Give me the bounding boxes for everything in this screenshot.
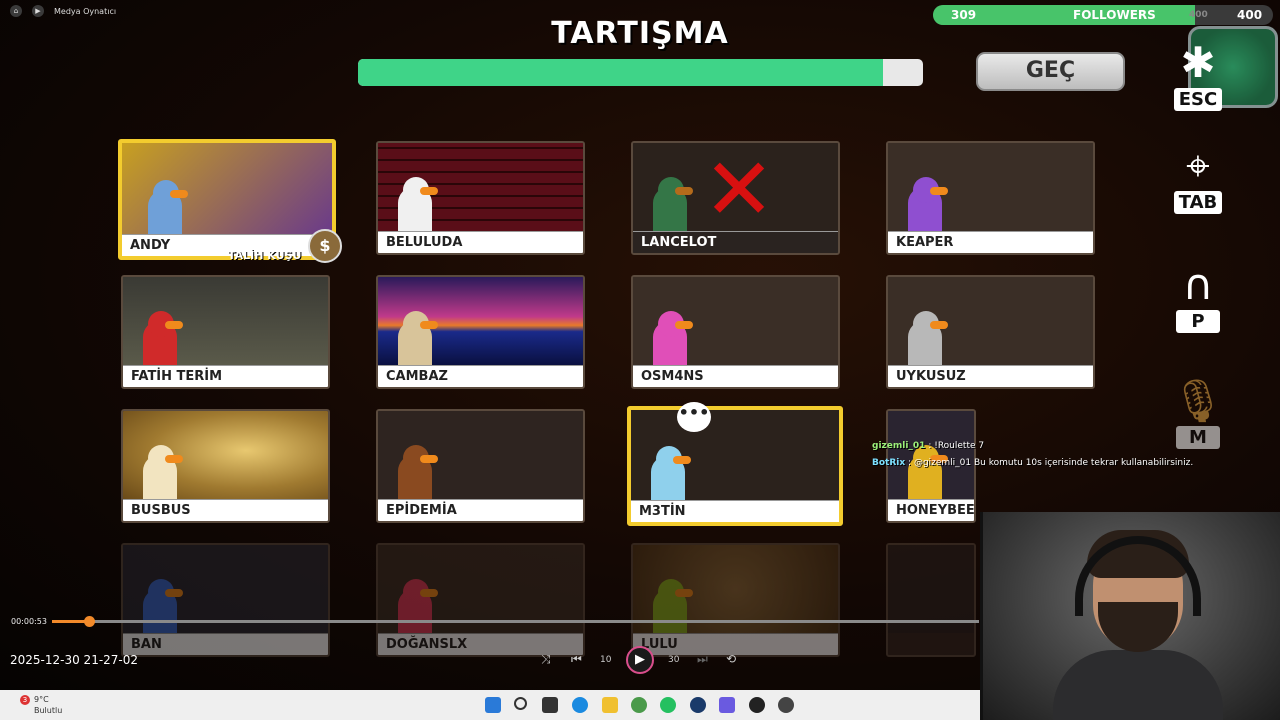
player-name: OSM4NS	[633, 365, 838, 387]
player-name: BELULUDA	[378, 231, 583, 253]
empty-card	[886, 543, 976, 657]
followers-label: FOLLOWERS	[1073, 8, 1156, 22]
media-player-icon[interactable]	[778, 697, 794, 713]
chrome-icon[interactable]	[631, 697, 647, 713]
money-bag-icon: $	[308, 229, 342, 263]
player-card[interactable]: CAMBAZ	[376, 275, 585, 389]
player-name: BUSBUS	[123, 499, 328, 521]
start-icon[interactable]	[485, 697, 501, 713]
followers-goal: 400	[1237, 8, 1263, 22]
headphones-icon: ∩	[1182, 260, 1214, 309]
shuffle-icon[interactable]: ⤨	[541, 652, 551, 667]
steam-icon[interactable]	[690, 697, 706, 713]
chat-text: !Roulette 7	[934, 441, 985, 451]
esc-key: ESC	[1173, 88, 1223, 111]
microphone-icon: 🎙	[1171, 376, 1225, 425]
player-name: LANCELOT	[633, 231, 838, 253]
player-card[interactable]: EPİDEMİA	[376, 409, 585, 523]
player-name: KEAPER	[888, 231, 1093, 253]
player-name: FATİH TERİM	[123, 365, 328, 387]
play-button[interactable]: ▶	[626, 646, 654, 674]
player-name: M3TİN	[631, 500, 839, 522]
player-card[interactable]: ✕ LANCELOT	[631, 141, 840, 255]
player-name: UYKUSUZ	[888, 365, 1093, 387]
file-explorer-icon[interactable]	[602, 697, 618, 713]
elapsed-time: 00:00:53	[11, 617, 47, 626]
player-card[interactable]: LULU	[631, 543, 840, 657]
chat-text: @gizemli_01 Bu komutu 10s içerisinde tek…	[913, 458, 1194, 468]
weather-condition: Bulutlu	[34, 706, 63, 715]
chat-user: BotRix	[872, 458, 906, 468]
skip-button[interactable]: GEÇ	[976, 52, 1125, 91]
recording-timestamp: 2025-12-30 21-27-02	[10, 653, 139, 667]
player-card[interactable]: DOĞANSLX	[376, 543, 585, 657]
search-icon[interactable]	[514, 697, 527, 710]
settings-control[interactable]: ✱ ESC	[1168, 40, 1228, 111]
followers-current: 309	[951, 8, 977, 22]
player-card[interactable]: OSM4NS	[631, 275, 840, 389]
weather-widget[interactable]: 3 9°C Bulutlu	[20, 694, 62, 716]
p-key: P	[1176, 310, 1220, 333]
speech-bubble-icon: •••	[677, 402, 711, 432]
player-card[interactable]: FATİH TERİM	[121, 275, 330, 389]
player-name: HONEYBEE	[888, 499, 974, 521]
timer-fill	[358, 59, 884, 86]
player-name: CAMBAZ	[378, 365, 583, 387]
weather-badge: 3	[20, 695, 30, 705]
skip-forward-button[interactable]: 30	[668, 655, 679, 665]
seek-bar[interactable]	[52, 616, 979, 627]
window-title: Medya Oynatıcı	[54, 6, 117, 16]
audio-control[interactable]: ∩ P	[1168, 262, 1228, 333]
settings-gear-icon: ✱	[1180, 38, 1216, 87]
windows-taskbar: 3 9°C Bulutlu	[0, 690, 980, 720]
player-name: EPİDEMİA	[378, 499, 583, 521]
previous-icon[interactable]: ⏮	[571, 652, 582, 667]
skip-back-button[interactable]: 10	[600, 655, 611, 665]
discord-icon[interactable]	[719, 697, 735, 713]
repeat-icon[interactable]: ⟲	[726, 652, 736, 666]
player-name: DOĞANSLX	[378, 633, 583, 655]
temperature: 9°C	[34, 695, 49, 704]
chat-message: BotRix : @gizemli_01 Bu komutu 10s içeri…	[872, 458, 1194, 468]
edge-icon[interactable]	[572, 697, 588, 713]
next-icon[interactable]: ⏭	[697, 652, 708, 667]
player-card[interactable]: BAN	[121, 543, 330, 657]
whatsapp-icon[interactable]	[660, 697, 676, 713]
player-card[interactable]: M3TİN	[627, 406, 843, 526]
seek-handle[interactable]	[84, 616, 96, 627]
followers-goal-faded: 400	[1189, 10, 1208, 20]
player-card[interactable]: BELULUDA	[376, 141, 585, 255]
webcam-feed	[980, 512, 1280, 720]
map-icon: ⌖	[1186, 141, 1210, 190]
discussion-timer-bar	[358, 59, 923, 86]
followers-goal-bar: 309 FOLLOWERS 400 400	[933, 5, 1273, 25]
player-card[interactable]: BUSBUS	[121, 409, 330, 523]
player-card[interactable]: ANDY	[118, 139, 336, 260]
stream-chat: gizemli_01 : !Roulette 7 BotRix : @gizem…	[872, 438, 1193, 472]
tab-key: TAB	[1173, 191, 1223, 214]
chat-user: gizemli_01	[872, 441, 926, 451]
eliminated-cross-icon: ✕	[703, 141, 776, 240]
map-control[interactable]: ⌖ TAB	[1168, 143, 1228, 214]
player-name: BAN	[123, 633, 328, 655]
streamer-body	[1053, 650, 1223, 720]
lucky-bird-label: TALİH KUŞU	[228, 249, 302, 262]
player-card[interactable]: KEAPER	[886, 141, 1095, 255]
chat-message: gizemli_01 : !Roulette 7	[872, 441, 985, 451]
task-view-icon[interactable]	[542, 697, 558, 713]
obs-icon[interactable]	[749, 697, 765, 713]
player-card[interactable]: UYKUSUZ	[886, 275, 1095, 389]
